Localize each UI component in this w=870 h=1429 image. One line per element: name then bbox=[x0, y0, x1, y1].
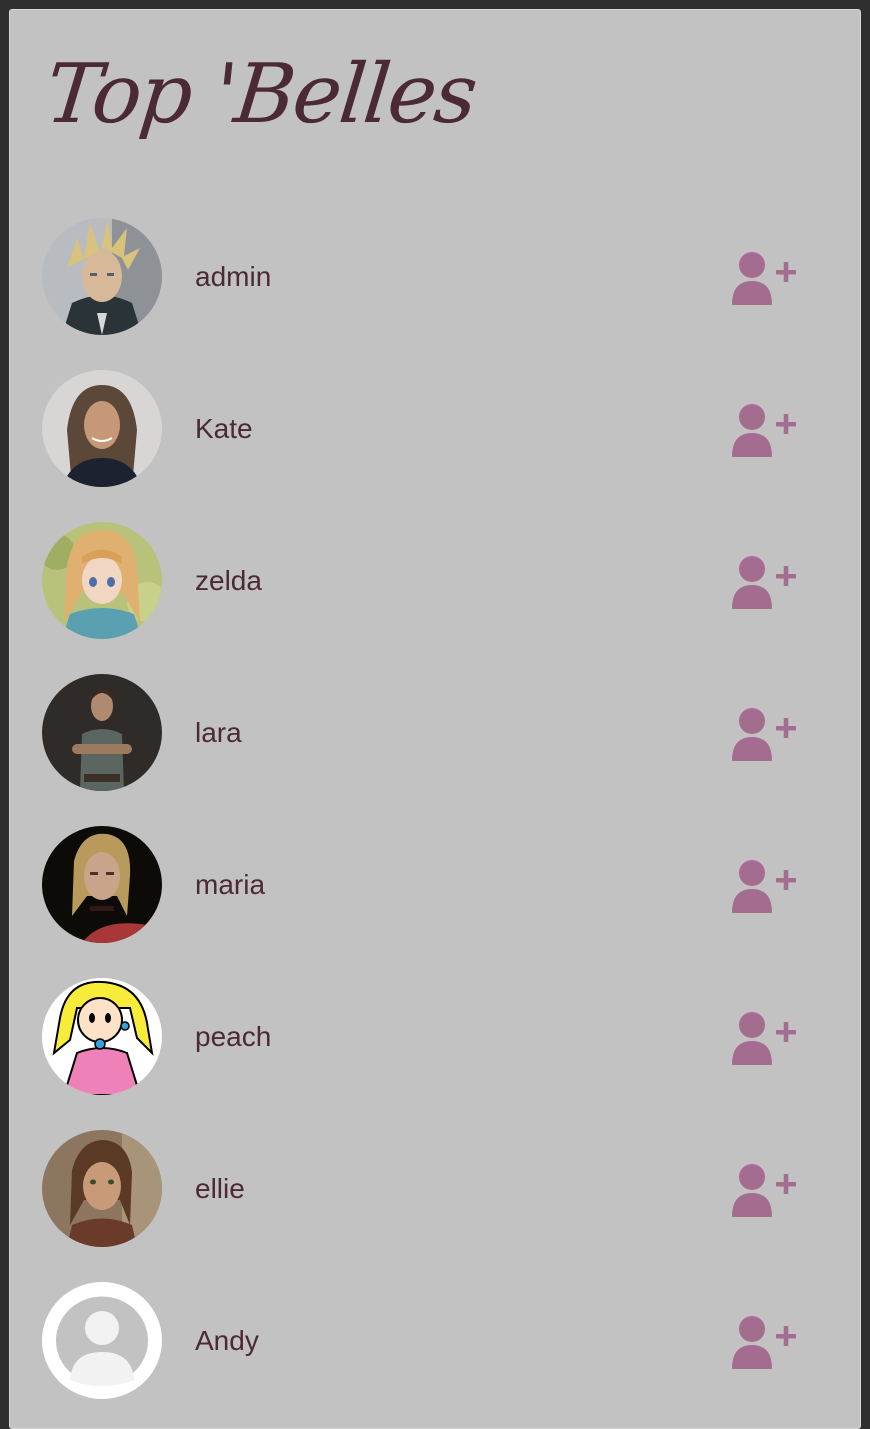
girl-freckles-portrait-icon bbox=[42, 1130, 162, 1247]
list-item: zelda bbox=[42, 522, 834, 640]
cartoon-princess-portrait-icon bbox=[42, 978, 162, 1095]
avatar[interactable] bbox=[42, 978, 162, 1095]
username[interactable]: maria bbox=[195, 870, 265, 900]
username[interactable]: peach bbox=[195, 1022, 271, 1052]
username[interactable]: admin bbox=[195, 262, 271, 292]
list-item: peach bbox=[42, 978, 834, 1096]
user-plus-icon bbox=[732, 708, 796, 761]
user-plus-icon bbox=[732, 860, 796, 913]
list-item: lara bbox=[42, 674, 834, 792]
user-plus-icon bbox=[732, 1164, 796, 1217]
list-item: Kate bbox=[42, 370, 834, 488]
spiky-blond-hair-portrait-icon bbox=[42, 218, 162, 335]
user-plus-icon bbox=[732, 1316, 796, 1369]
username[interactable]: zelda bbox=[195, 566, 262, 596]
username[interactable]: ellie bbox=[195, 1174, 245, 1204]
user-plus-icon bbox=[732, 252, 796, 305]
avatar[interactable] bbox=[42, 1130, 162, 1247]
add-friend-button[interactable] bbox=[732, 555, 798, 609]
add-friend-button[interactable] bbox=[732, 251, 798, 305]
avatar[interactable] bbox=[42, 674, 162, 791]
user-plus-icon bbox=[732, 404, 796, 457]
list-item: maria bbox=[42, 826, 834, 944]
avatar[interactable] bbox=[42, 826, 162, 943]
username[interactable]: lara bbox=[195, 718, 242, 748]
user-plus-icon bbox=[732, 1012, 796, 1065]
add-friend-button[interactable] bbox=[732, 707, 798, 761]
username[interactable]: Andy bbox=[195, 1326, 259, 1356]
elf-princess-portrait-icon bbox=[42, 522, 162, 639]
avatar[interactable] bbox=[42, 218, 162, 335]
avatar[interactable] bbox=[42, 1282, 162, 1399]
add-friend-button[interactable] bbox=[732, 1315, 798, 1369]
avatar[interactable] bbox=[42, 522, 162, 639]
default-user-avatar-icon bbox=[42, 1282, 162, 1399]
user-plus-icon bbox=[732, 556, 796, 609]
top-belles-panel: Top 'Belles admin Kate zelda lara maria … bbox=[9, 9, 861, 1429]
list-item: Andy bbox=[42, 1282, 834, 1400]
add-friend-button[interactable] bbox=[732, 1163, 798, 1217]
add-friend-button[interactable] bbox=[732, 859, 798, 913]
username[interactable]: Kate bbox=[195, 414, 253, 444]
list-item: admin bbox=[42, 218, 834, 336]
adventurer-woman-portrait-icon bbox=[42, 674, 162, 791]
page-title: Top 'Belles bbox=[41, 47, 480, 142]
add-friend-button[interactable] bbox=[732, 403, 798, 457]
avatar[interactable] bbox=[42, 370, 162, 487]
blonde-woman-dark-portrait-icon bbox=[42, 826, 162, 943]
list-item: ellie bbox=[42, 1130, 834, 1248]
add-friend-button[interactable] bbox=[732, 1011, 798, 1065]
woman-photo-portrait-icon bbox=[42, 370, 162, 487]
